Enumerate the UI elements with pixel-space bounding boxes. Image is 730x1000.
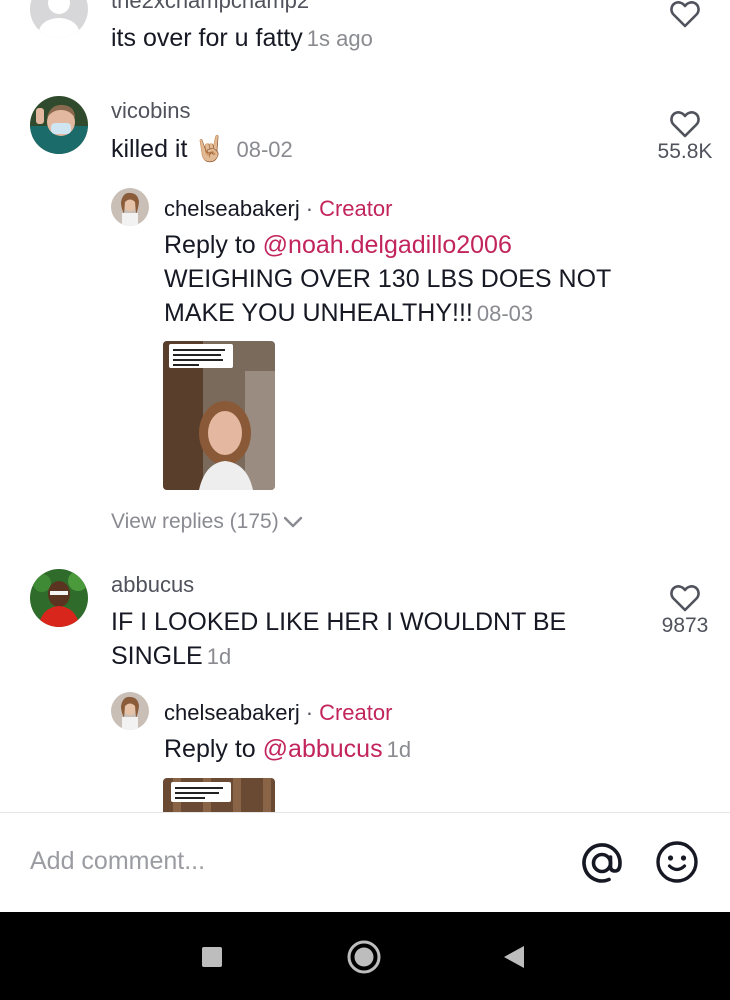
comment-body: killed it	[111, 135, 188, 163]
reply-header: chelseabakerj · Creator	[164, 196, 392, 222]
back-button[interactable]	[502, 944, 526, 975]
reply-mention-link[interactable]: @abbucus	[263, 735, 383, 763]
comment-body-line1: IF I LOOKED LIKE HER I WOULDNT BE	[111, 608, 567, 636]
home-button[interactable]	[346, 939, 382, 980]
avatar[interactable]	[30, 569, 88, 627]
heart-outline-icon	[670, 1, 700, 28]
mention-button[interactable]	[578, 839, 626, 892]
like-count: 55.8K	[657, 140, 713, 163]
reply-header: chelseabakerj · Creator	[164, 700, 392, 726]
rock-hand-emoji: 🤘🏼	[194, 135, 226, 163]
at-icon	[582, 843, 622, 883]
heart-outline-icon	[670, 585, 700, 612]
comment-time: 1d	[206, 644, 232, 669]
like-button[interactable]: 9873	[645, 584, 725, 638]
comment-time: 08-02	[236, 137, 293, 162]
comment-body-line2: SINGLE	[111, 642, 203, 670]
reply-body-line1: WEIGHING OVER 130 LBS DOES NOT	[164, 265, 612, 293]
view-replies-label: View replies (175)	[111, 510, 279, 533]
comment-text[interactable]: IF I LOOKED LIKE HER I WOULDNT BE SINGLE…	[111, 605, 566, 674]
comment-username[interactable]: vicobins	[111, 98, 190, 124]
system-nav-bar	[0, 912, 730, 1000]
reply-prefix: Reply to	[164, 735, 256, 763]
emoji-button[interactable]	[654, 839, 700, 890]
separator-dot: ·	[305, 196, 314, 221]
reply-text[interactable]: Reply to @abbucus 1d	[164, 732, 411, 767]
view-replies-button[interactable]: View replies (175)	[111, 510, 303, 534]
reply-time: 1d	[386, 737, 412, 762]
comment-input[interactable]: Add comment...	[30, 847, 205, 876]
comment-input-bar: Add comment...	[0, 812, 730, 912]
comment-username[interactable]: abbucus	[111, 572, 194, 598]
creator-badge: Creator	[319, 700, 393, 725]
comment-body: its over for u fatty	[111, 24, 303, 52]
comment-text[interactable]: its over for u fatty 1s ago	[111, 21, 373, 56]
comment-username[interactable]: the2xchampchamp2	[111, 0, 309, 14]
creator-avatar[interactable]	[111, 692, 149, 730]
recents-button[interactable]	[201, 946, 223, 973]
avatar[interactable]	[30, 96, 88, 154]
emoji-icon	[656, 841, 698, 883]
creator-badge: Creator	[319, 196, 393, 221]
reply-text[interactable]: Reply to @noah.delgadillo2006 WEIGHING O…	[164, 228, 611, 331]
like-button[interactable]	[645, 0, 725, 28]
like-button[interactable]: 55.8K	[645, 110, 725, 164]
reply-mention-link[interactable]: @noah.delgadillo2006	[263, 231, 512, 259]
reply-body-line2: MAKE YOU UNHEALTHY!!!	[164, 299, 473, 327]
creator-avatar[interactable]	[111, 188, 149, 226]
comment-text[interactable]: killed it 🤘🏼 08-02	[111, 132, 293, 167]
video-reply-thumbnail[interactable]	[163, 341, 275, 490]
separator-dot: ·	[305, 700, 314, 725]
reply-time: 08-03	[476, 301, 534, 326]
heart-outline-icon	[670, 111, 700, 138]
circle-icon	[347, 940, 381, 974]
triangle-back-icon	[504, 946, 524, 968]
reply-username[interactable]: chelseabakerj	[164, 196, 300, 221]
reply-username[interactable]: chelseabakerj	[164, 700, 300, 725]
comments-list[interactable]: the2xchampchamp2 its over for u fatty 1s …	[0, 0, 730, 812]
square-icon	[202, 947, 222, 967]
reply-prefix: Reply to	[164, 231, 256, 259]
avatar[interactable]	[30, 0, 88, 38]
comment-time: 1s ago	[306, 26, 373, 51]
like-count: 9873	[661, 614, 709, 637]
chevron-down-icon	[283, 517, 302, 528]
video-reply-thumbnail[interactable]	[163, 778, 275, 812]
